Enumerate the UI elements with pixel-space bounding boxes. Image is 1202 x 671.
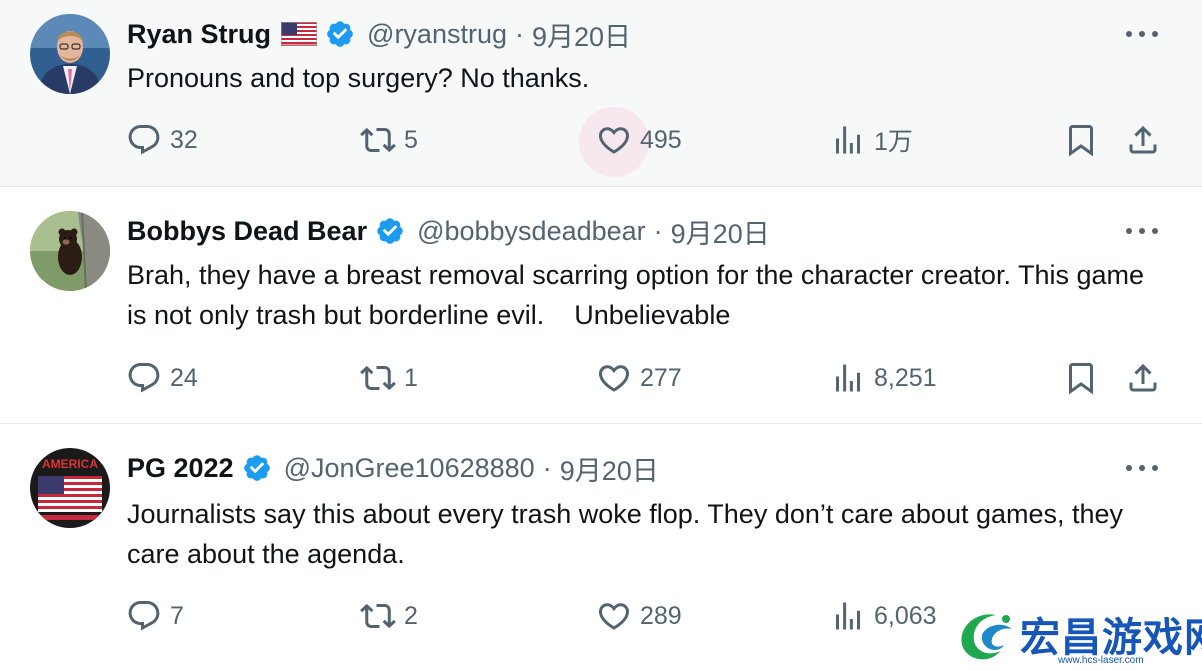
avatar-image (30, 211, 110, 291)
retweet-button[interactable]: 5 (360, 122, 418, 158)
avatar-image (30, 14, 110, 94)
retweet-count: 2 (404, 601, 418, 630)
bookmark-button[interactable] (1063, 360, 1099, 396)
tweet-header: Ryan Strug @ryanstrug · 9月20日 (127, 14, 631, 54)
views-button[interactable]: 8,251 (830, 360, 937, 396)
views-icon (830, 360, 866, 396)
verified-badge-icon (242, 453, 272, 483)
tweet-timestamp[interactable]: 9月20日 (560, 449, 659, 488)
like-count: 289 (640, 601, 682, 630)
reply-icon (126, 598, 162, 634)
like-icon (596, 360, 632, 396)
views-button[interactable]: 1万 (830, 122, 913, 158)
share-button[interactable] (1125, 360, 1161, 396)
reply-count: 32 (170, 125, 198, 154)
user-handle[interactable]: @JonGree10628880 (284, 453, 535, 484)
views-button[interactable]: 6,063 (830, 598, 937, 634)
avatar[interactable] (30, 211, 110, 291)
retweet-button[interactable]: 1 (360, 360, 418, 396)
like-button[interactable]: 289 (596, 598, 682, 634)
avatar-image: AMERICA (30, 448, 110, 528)
watermark-logo-icon (961, 614, 1012, 660)
reply-button[interactable]: 7 (126, 598, 184, 634)
tweet-actions: 32 5 495 1万 (0, 107, 1202, 177)
verified-badge-icon (325, 19, 355, 49)
share-icon (1125, 360, 1161, 396)
tweet-timestamp[interactable]: 9月20日 (532, 15, 631, 54)
more-icon[interactable] (1126, 24, 1158, 44)
user-handle[interactable]: @ryanstrug (367, 19, 507, 50)
retweet-icon (360, 122, 396, 158)
bookmark-button[interactable] (1063, 122, 1099, 158)
retweet-icon (360, 360, 396, 396)
tweet-timestamp[interactable]: 9月20日 (671, 212, 770, 251)
reply-count: 24 (170, 363, 198, 392)
avatar[interactable] (30, 14, 110, 94)
reply-icon (126, 122, 162, 158)
watermark-url: www.hcs-laser.com (1058, 655, 1144, 666)
like-button[interactable]: 495 (596, 122, 682, 158)
views-count: 1万 (874, 128, 913, 156)
retweet-button[interactable]: 2 (360, 598, 418, 634)
bookmark-icon (1063, 122, 1099, 158)
retweet-count: 5 (404, 125, 418, 154)
user-name[interactable]: Bobbys Dead Bear (127, 216, 367, 247)
views-icon (830, 122, 866, 158)
tweet-actions: 24 1 277 8,251 (0, 360, 1202, 400)
tweet-header: Bobbys Dead Bear @bobbysdeadbear · 9月20日 (127, 211, 770, 251)
like-icon (596, 598, 632, 634)
like-icon (596, 122, 632, 158)
like-count: 495 (640, 125, 682, 154)
retweet-count: 1 (404, 363, 418, 392)
separator-dot: · (542, 452, 552, 483)
user-name[interactable]: Ryan Strug (127, 19, 271, 50)
tweet-text: Pronouns and top surgery? No thanks. (127, 63, 590, 93)
more-icon[interactable] (1126, 458, 1158, 478)
tweet-text: Brah, they have a breast removal scarrin… (127, 260, 1152, 330)
tweet-header: PG 2022 @JonGree10628880 · 9月20日 (127, 448, 659, 488)
reply-button[interactable]: 32 (126, 122, 198, 158)
reply-button[interactable]: 24 (126, 360, 198, 396)
views-icon (830, 598, 866, 634)
views-count: 8,251 (874, 363, 937, 392)
verified-badge-icon (375, 216, 405, 246)
more-icon[interactable] (1126, 221, 1158, 241)
bookmark-icon (1063, 360, 1099, 396)
views-count: 6,063 (874, 601, 937, 630)
user-name[interactable]: PG 2022 (127, 453, 234, 484)
like-button[interactable]: 277 (596, 360, 682, 396)
retweet-icon (360, 598, 396, 634)
tweet-bobbys-dead-bear[interactable]: Bobbys Dead Bear @bobbysdeadbear · 9月20日… (0, 187, 1202, 424)
like-count: 277 (640, 363, 682, 392)
tweet-ryan-strug[interactable]: Ryan Strug @ryanstrug · 9月20日 Pronouns a… (0, 0, 1202, 187)
user-handle[interactable]: @bobbysdeadbear (417, 216, 646, 247)
separator-dot: · (653, 215, 663, 246)
site-watermark: 宏昌游戏网 www.hcs-laser.com (950, 603, 1202, 671)
separator-dot: · (515, 18, 524, 49)
avatar[interactable]: AMERICA (30, 448, 110, 528)
reply-icon (126, 360, 162, 396)
share-icon (1125, 122, 1161, 158)
tweet-text: Journalists say this about every trash w… (127, 499, 1131, 569)
share-button[interactable] (1125, 122, 1161, 158)
avatar-caption: AMERICA (42, 457, 98, 471)
us-flag-icon (281, 22, 318, 46)
reply-count: 7 (170, 601, 184, 630)
